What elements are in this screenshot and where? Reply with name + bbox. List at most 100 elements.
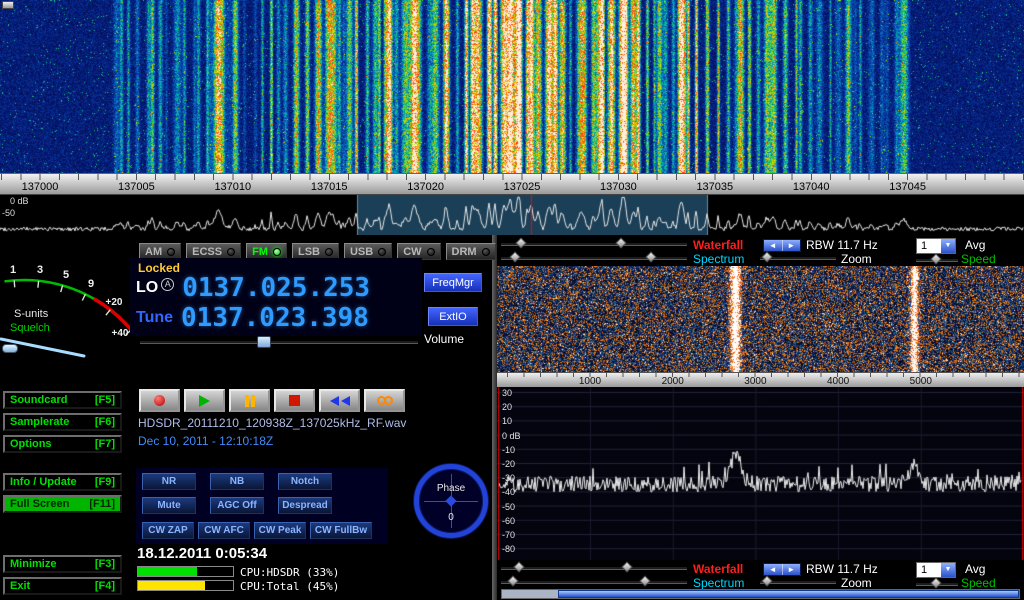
spectrum-label-bottom[interactable]: Spectrum [693, 576, 744, 590]
combobox-dropdown-icon[interactable]: ▼ [941, 563, 955, 577]
cpu-total-bar-fill [138, 581, 205, 590]
speed-slider-handle-bottom[interactable] [930, 577, 941, 588]
cw-afc-button[interactable]: CW AFC [198, 522, 250, 539]
locked-label: Locked [138, 261, 180, 275]
freq-ruler-label: 137005 [118, 181, 155, 193]
waterfall-contrast-slider-bottom[interactable] [501, 562, 687, 573]
rbw-spin-control[interactable]: ◄ ► [763, 239, 801, 252]
spectrum-label[interactable]: Spectrum [693, 252, 744, 266]
rbw-spin-control-bottom[interactable]: ◄ ► [763, 563, 801, 576]
waterfall-contrast-track-bottom[interactable] [501, 566, 687, 570]
spin-left-icon[interactable]: ◄ [764, 240, 783, 251]
phase-center-marker [445, 495, 456, 506]
s-meter-green-arc [5, 280, 95, 299]
avg-combobox[interactable]: 1 ▼ [916, 238, 956, 254]
speed-slider[interactable] [916, 254, 958, 265]
playback-position-handle[interactable] [2, 1, 14, 9]
lo-label: LO [136, 279, 158, 297]
zoom-slider-handle-bottom[interactable] [761, 575, 772, 586]
exit-button-label: Exit [10, 580, 30, 592]
rf-waterfall-display[interactable] [497, 266, 1024, 372]
mode-fm-label: FM [252, 246, 268, 258]
main-waterfall-display[interactable] [0, 0, 1024, 173]
zoom-label-bottom: Zoom [841, 576, 872, 590]
avg-combobox-bottom[interactable]: 1 ▼ [916, 562, 956, 578]
mute-button[interactable]: Mute [142, 497, 196, 514]
mode-drm-button[interactable]: DRM [446, 243, 496, 260]
waterfall-contrast-handle-high-bottom[interactable] [621, 561, 632, 572]
s-meter-scale-1: 1 [10, 264, 16, 276]
cw-zap-button[interactable]: CW ZAP [142, 522, 194, 539]
frequency-ruler[interactable]: 1370001370051370101370151370201370251370… [0, 173, 1024, 195]
exit-button[interactable]: Exit [F4] [3, 577, 122, 595]
fullscreen-button-label: Full Screen [10, 498, 69, 510]
loop-icon [384, 396, 393, 405]
spin-right-icon[interactable]: ► [783, 564, 801, 575]
volume-slider-track[interactable] [140, 340, 418, 344]
squelch-slider-handle[interactable] [2, 344, 18, 353]
avg-combobox-value[interactable]: 1 [917, 239, 941, 253]
zoom-slider[interactable] [760, 252, 836, 263]
rf-frequency-ruler[interactable]: 10002000300040005000 [497, 372, 1024, 387]
spectrum-range-slider[interactable] [501, 252, 687, 263]
tune-frequency-value[interactable]: 0137.023.398 [181, 305, 369, 331]
zoom-slider-handle[interactable] [761, 251, 772, 262]
s-meter-scale-40: +40 [112, 328, 129, 339]
waterfall-contrast-handle-high[interactable] [615, 237, 626, 248]
samplerate-button[interactable]: Samplerate [F6] [3, 413, 122, 431]
pause-button[interactable] [229, 389, 270, 412]
waterfall-label[interactable]: Waterfall [693, 238, 743, 252]
overview-spectrum[interactable]: 0 dB -50 [0, 195, 1024, 235]
waterfall-contrast-handle-low[interactable] [515, 237, 526, 248]
cw-peak-button[interactable]: CW Peak [254, 522, 306, 539]
mode-drm-label: DRM [452, 246, 477, 258]
spectrum-range-track-bottom[interactable] [501, 580, 687, 584]
minimize-button[interactable]: Minimize [F3] [3, 555, 122, 573]
tune-label: Tune [136, 309, 173, 327]
volume-slider-handle[interactable] [257, 336, 271, 348]
avg-combobox-value-bottom[interactable]: 1 [917, 563, 941, 577]
volume-slider[interactable] [140, 336, 418, 349]
spin-right-icon[interactable]: ► [783, 240, 801, 251]
play-button[interactable] [184, 389, 225, 412]
spectrum-range-handle-low[interactable] [509, 251, 520, 262]
mode-am-label: AM [145, 246, 162, 258]
spectrum-range-slider-bottom[interactable] [501, 576, 687, 587]
nb-button[interactable]: NB [210, 473, 264, 490]
spectrum-range-handle-high[interactable] [645, 251, 656, 262]
loop-button[interactable] [364, 389, 405, 412]
notch-button[interactable]: Notch [278, 473, 332, 490]
spectrum-range-track[interactable] [501, 256, 687, 260]
waterfall-label-bottom[interactable]: Waterfall [693, 562, 743, 576]
speed-slider-handle[interactable] [930, 253, 941, 264]
spectrum-range-handle-low-bottom[interactable] [507, 575, 518, 586]
freqmgr-button[interactable]: FreqMgr [424, 273, 482, 292]
options-button[interactable]: Options [F7] [3, 435, 122, 453]
zoom-range-bar-fill[interactable] [558, 590, 1019, 598]
info-update-button[interactable]: Info / Update [F9] [3, 473, 122, 491]
waterfall-contrast-track[interactable] [501, 242, 687, 246]
waterfall-contrast-handle-low-bottom[interactable] [513, 561, 524, 572]
rf-spectrum-display[interactable] [497, 387, 1024, 560]
soundcard-button[interactable]: Soundcard [F5] [3, 391, 122, 409]
soundcard-button-key: [F5] [95, 394, 115, 406]
despread-button[interactable]: Despread [278, 497, 332, 514]
stop-button[interactable] [274, 389, 315, 412]
spectrum-range-handle-high-bottom[interactable] [639, 575, 650, 586]
nr-button[interactable]: NR [142, 473, 196, 490]
overview-spectrum-canvas[interactable] [0, 195, 1024, 235]
extio-button[interactable]: ExtIO [428, 307, 478, 326]
combobox-dropdown-icon[interactable]: ▼ [941, 239, 955, 253]
agc-off-button[interactable]: AGC Off [210, 497, 264, 514]
lo-frequency-value[interactable]: 0137.025.253 [182, 275, 370, 301]
zoom-range-bar[interactable] [501, 589, 1020, 599]
record-button[interactable] [139, 389, 180, 412]
rewind-button[interactable] [319, 389, 360, 412]
fullscreen-button[interactable]: Full Screen [F11] [3, 495, 122, 513]
wav-file-date: Dec 10, 2011 - 12:10:18Z [138, 434, 273, 448]
cw-fullbw-button[interactable]: CW FullBw [310, 522, 372, 539]
zoom-slider-bottom[interactable] [760, 576, 836, 587]
waterfall-contrast-slider[interactable] [501, 238, 687, 249]
spin-left-icon[interactable]: ◄ [764, 564, 783, 575]
speed-slider-bottom[interactable] [916, 578, 958, 589]
